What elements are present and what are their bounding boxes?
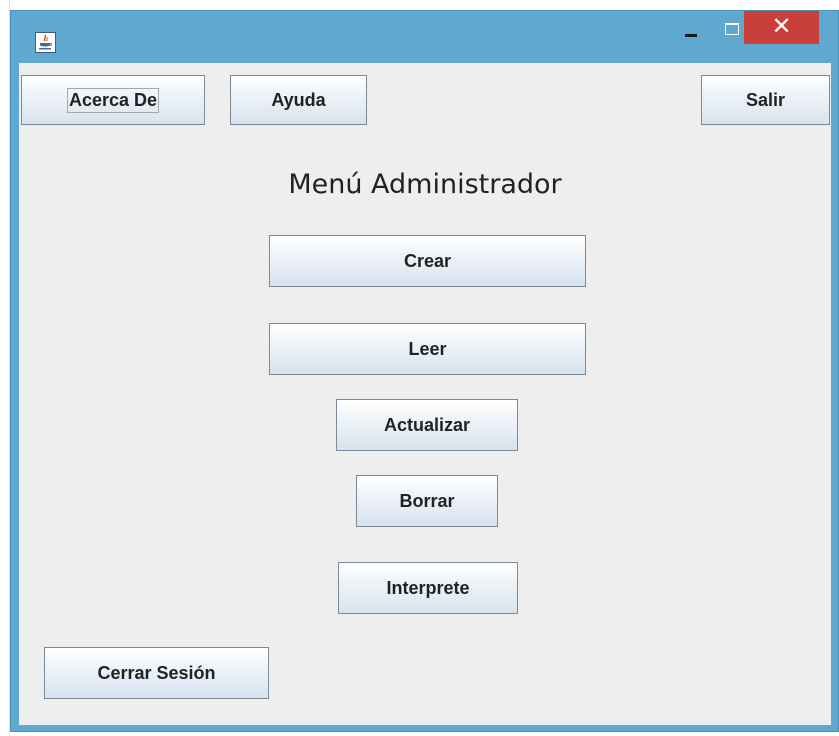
logout-button-label: Cerrar Sesión [97, 662, 216, 683]
main-panel: Acerca De Ayuda Salir Menú Administrador… [19, 63, 831, 725]
maximize-icon [725, 23, 739, 35]
page-title: Menú Administrador [288, 169, 562, 200]
interpreter-button-label: Interprete [386, 577, 470, 598]
desktop-background [0, 0, 839, 8]
help-button-label: Ayuda [271, 89, 326, 110]
read-button[interactable]: Leer [269, 323, 586, 375]
update-button[interactable]: Actualizar [336, 399, 518, 451]
app-window: ✕ Acerca De Ayuda Salir Menú Administrad… [10, 10, 839, 732]
title-bar[interactable]: ✕ [11, 11, 838, 63]
exit-button-label: Salir [745, 89, 786, 110]
logout-button[interactable]: Cerrar Sesión [44, 647, 269, 699]
java-app-icon[interactable] [35, 32, 56, 53]
read-button-label: Leer [408, 338, 447, 359]
help-button[interactable]: Ayuda [230, 75, 367, 125]
exit-button[interactable]: Salir [701, 75, 830, 125]
create-button-label: Crear [403, 250, 452, 271]
delete-button-label: Borrar [399, 490, 455, 511]
delete-button[interactable]: Borrar [356, 475, 498, 527]
about-button[interactable]: Acerca De [21, 75, 205, 125]
interpreter-button[interactable]: Interprete [338, 562, 518, 614]
about-button-label: Acerca De [66, 87, 160, 113]
update-button-label: Actualizar [383, 414, 471, 435]
close-button[interactable]: ✕ [744, 11, 819, 44]
minimize-icon [685, 34, 697, 37]
create-button[interactable]: Crear [269, 235, 586, 287]
minimize-button[interactable] [671, 11, 711, 45]
close-icon: ✕ [771, 13, 792, 40]
